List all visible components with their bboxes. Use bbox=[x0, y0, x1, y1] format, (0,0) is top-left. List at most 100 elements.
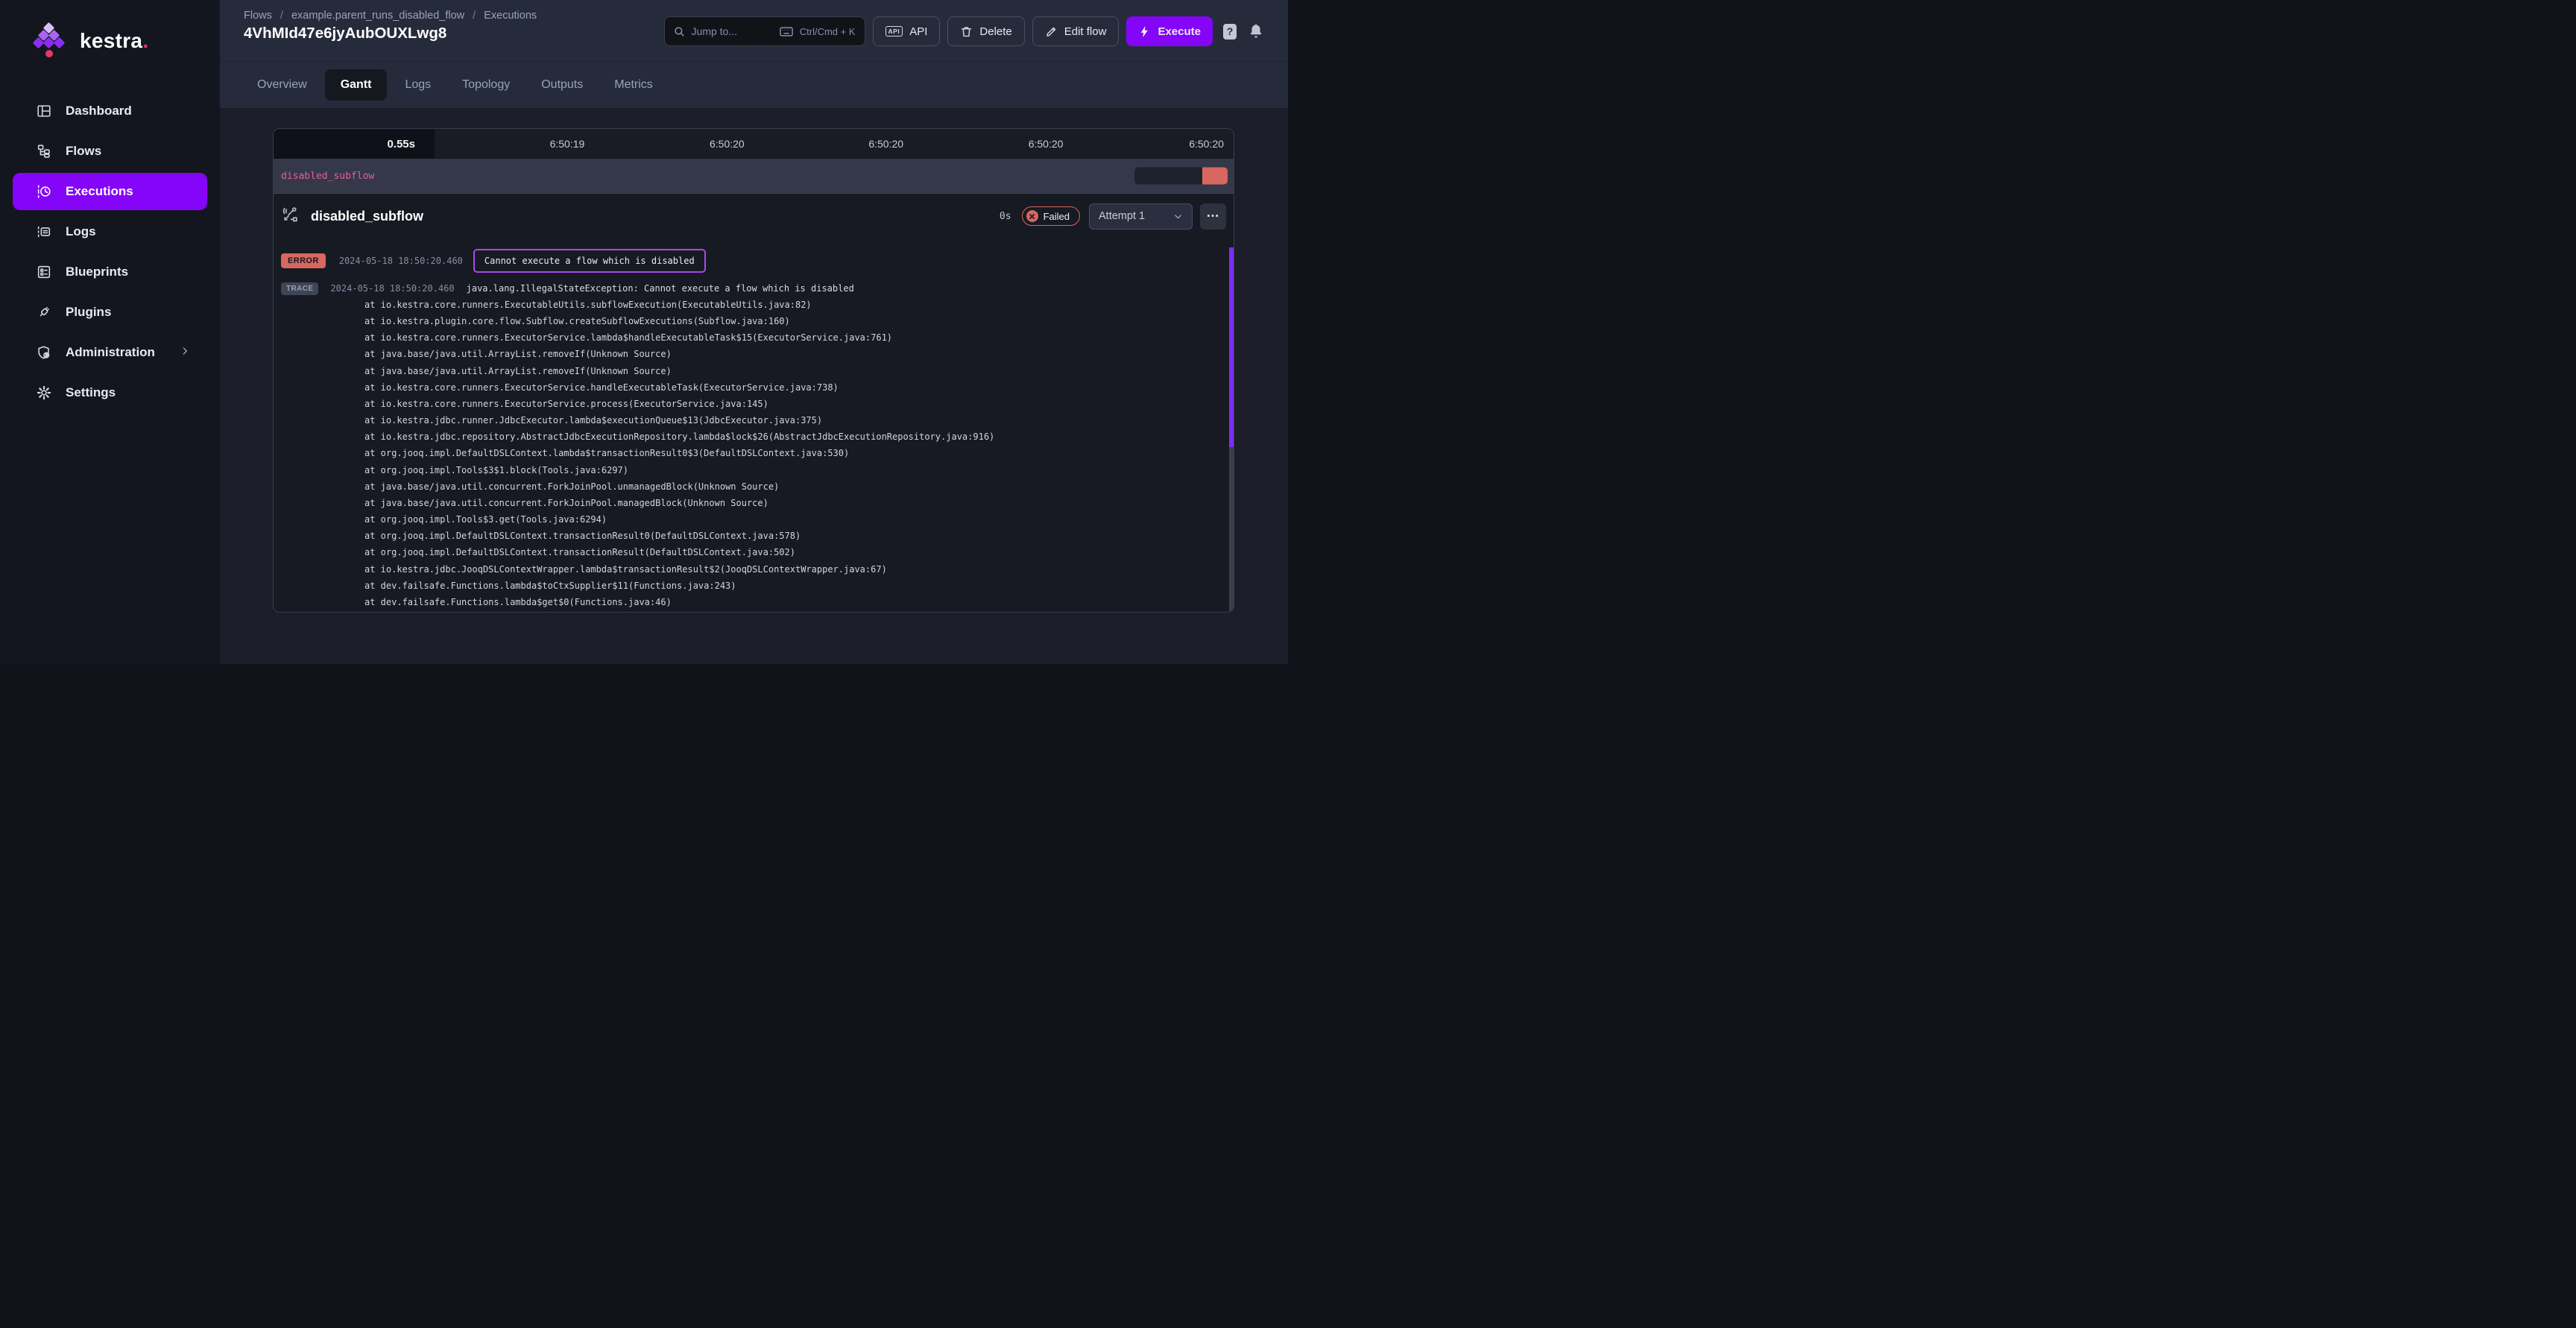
task-detail-header: disabled_subflow 0s Failed Attempt 1 bbox=[274, 203, 1234, 230]
sidebar-item-label: Administration bbox=[66, 345, 155, 360]
chevron-right-icon bbox=[180, 345, 190, 360]
timeline-total-duration: 0.55s bbox=[274, 129, 435, 159]
breadcrumb-flow-id[interactable]: example.parent_runs_disabled_flow bbox=[291, 10, 464, 22]
breadcrumb-separator: / bbox=[467, 10, 481, 22]
log-scrollbar-track[interactable] bbox=[1229, 447, 1234, 612]
task-detail-panel: disabled_subflow 0s Failed Attempt 1 bbox=[274, 193, 1234, 612]
trace-frame-line: at dev.failsafe.Functions.lambda$toCtxSu… bbox=[274, 578, 1234, 594]
help-button[interactable]: ? bbox=[1223, 24, 1237, 39]
trace-frame-line: at java.base/java.util.concurrent.ForkJo… bbox=[274, 478, 1234, 495]
tab-topology[interactable]: Topology bbox=[449, 69, 523, 101]
timeline-tick: 6:50:19 bbox=[550, 138, 585, 150]
trace-timestamp: 2024-05-18 18:50:20.460 bbox=[330, 283, 454, 294]
breadcrumb-flows[interactable]: Flows bbox=[244, 10, 272, 22]
jump-to-search[interactable]: Jump to... Ctrl/Cmd + K bbox=[664, 16, 865, 46]
gantt-task-row[interactable]: disabled_subflow bbox=[274, 159, 1234, 193]
execution-tabs: Overview Gantt Logs Topology Outputs Met… bbox=[220, 61, 1288, 108]
trace-log-block: TRACE 2024-05-18 18:50:20.460 java.lang.… bbox=[274, 280, 1234, 610]
trace-frame-line: at java.base/java.util.concurrent.ForkJo… bbox=[274, 495, 1234, 511]
trace-level-badge: TRACE bbox=[281, 282, 318, 295]
logs-icon bbox=[36, 224, 52, 240]
gantt-content: 0.55s 6:50:19 6:50:20 6:50:20 6:50:20 6:… bbox=[220, 108, 1288, 664]
search-shortcut: Ctrl/Cmd + K bbox=[800, 26, 856, 37]
trace-exception-message: java.lang.IllegalStateException: Cannot … bbox=[467, 283, 854, 294]
tab-metrics[interactable]: Metrics bbox=[601, 69, 666, 101]
edit-flow-button[interactable]: Edit flow bbox=[1032, 16, 1120, 46]
bell-icon bbox=[1248, 23, 1263, 39]
trace-frame-line: at dev.failsafe.Functions.lambda$get$0(F… bbox=[274, 594, 1234, 610]
gantt-task-bar-failed-segment bbox=[1202, 168, 1228, 185]
plugins-icon bbox=[36, 304, 52, 320]
sidebar-item-blueprints[interactable]: Blueprints bbox=[0, 252, 220, 292]
timeline-header: 0.55s 6:50:19 6:50:20 6:50:20 6:50:20 6:… bbox=[274, 129, 1234, 159]
timeline-tick: 6:50:20 bbox=[710, 138, 745, 150]
tab-overview[interactable]: Overview bbox=[244, 69, 321, 101]
error-message-highlighted: Cannot execute a flow which is disabled bbox=[473, 249, 706, 273]
top-header: Flows / example.parent_runs_disabled_flo… bbox=[220, 0, 1288, 61]
pencil-icon bbox=[1045, 25, 1058, 38]
error-log-line: ERROR 2024-05-18 18:50:20.460 Cannot exe… bbox=[274, 249, 1234, 273]
subflow-icon bbox=[281, 205, 300, 227]
keyboard-icon bbox=[780, 27, 793, 37]
sidebar-item-label: Flows bbox=[66, 144, 101, 159]
error-level-badge: ERROR bbox=[281, 253, 326, 268]
sidebar-item-administration[interactable]: Administration bbox=[0, 332, 220, 373]
app-window: kestra. Dashboard Flows Executions Logs … bbox=[0, 0, 1288, 664]
notifications-button[interactable] bbox=[1248, 23, 1263, 39]
executions-icon bbox=[36, 183, 52, 200]
task-duration: 0s bbox=[1000, 211, 1011, 222]
gantt-task-name: disabled_subflow bbox=[274, 171, 374, 182]
sidebar: kestra. Dashboard Flows Executions Logs … bbox=[0, 0, 220, 664]
gantt-card: 0.55s 6:50:19 6:50:20 6:50:20 6:50:20 6:… bbox=[273, 128, 1234, 613]
breadcrumb: Flows / example.parent_runs_disabled_flo… bbox=[244, 10, 537, 22]
execute-button[interactable]: Execute bbox=[1126, 16, 1213, 46]
trace-frame-line: at io.kestra.core.runners.ExecutorServic… bbox=[274, 396, 1234, 412]
trace-frame-line: at org.jooq.impl.DefaultDSLContext.lambd… bbox=[274, 445, 1234, 461]
trace-frame-line: at org.jooq.impl.DefaultDSLContext.trans… bbox=[274, 544, 1234, 560]
task-name: disabled_subflow bbox=[311, 209, 423, 224]
sidebar-item-label: Plugins bbox=[66, 305, 111, 320]
timeline-tick: 6:50:20 bbox=[1189, 138, 1224, 150]
kestra-logo[interactable]: kestra. bbox=[0, 0, 220, 60]
trace-frame-line: at org.jooq.impl.Tools$3$1.block(Tools.j… bbox=[274, 462, 1234, 478]
sidebar-item-label: Logs bbox=[66, 224, 96, 239]
sidebar-item-settings[interactable]: Settings bbox=[0, 373, 220, 413]
page-title: 4VhMId47e6jyAubOUXLwg8 bbox=[244, 25, 537, 42]
trace-frames: at io.kestra.core.runners.ExecutableUtil… bbox=[274, 297, 1234, 610]
sidebar-item-executions[interactable]: Executions bbox=[13, 173, 207, 210]
api-button[interactable]: API API bbox=[873, 16, 941, 46]
sidebar-item-logs[interactable]: Logs bbox=[0, 212, 220, 252]
sidebar-item-flows[interactable]: Flows bbox=[0, 131, 220, 171]
trash-icon bbox=[960, 25, 973, 38]
tab-outputs[interactable]: Outputs bbox=[528, 69, 596, 101]
delete-button[interactable]: Delete bbox=[947, 16, 1024, 46]
task-menu-button[interactable]: ⋯ bbox=[1200, 203, 1226, 230]
gantt-task-bar bbox=[1134, 168, 1228, 185]
breadcrumb-executions[interactable]: Executions bbox=[484, 10, 537, 22]
tab-gantt[interactable]: Gantt bbox=[325, 69, 388, 101]
timeline-tick: 6:50:20 bbox=[1029, 138, 1064, 150]
lightning-icon bbox=[1138, 25, 1151, 38]
attempt-selector[interactable]: Attempt 1 bbox=[1089, 203, 1193, 230]
kestra-logo-icon bbox=[33, 22, 69, 60]
trace-frame-line: at io.kestra.plugin.core.flow.Subflow.cr… bbox=[274, 313, 1234, 329]
sidebar-item-dashboard[interactable]: Dashboard bbox=[0, 91, 220, 131]
search-placeholder: Jump to... bbox=[692, 25, 737, 37]
trace-frame-line: at io.kestra.jdbc.repository.AbstractJdb… bbox=[274, 429, 1234, 445]
dashboard-icon bbox=[36, 103, 52, 119]
error-timestamp: 2024-05-18 18:50:20.460 bbox=[339, 256, 463, 266]
failed-x-icon bbox=[1026, 210, 1038, 222]
log-scrollbar-thumb[interactable] bbox=[1229, 247, 1234, 447]
sidebar-nav: Dashboard Flows Executions Logs Blueprin… bbox=[0, 91, 220, 413]
tab-logs[interactable]: Logs bbox=[391, 69, 444, 101]
trace-frame-line: at org.jooq.impl.Tools$3.get(Tools.java:… bbox=[274, 511, 1234, 528]
blueprints-icon bbox=[36, 264, 52, 280]
sidebar-item-label: Settings bbox=[66, 385, 116, 400]
trace-frame-line: at org.jooq.impl.DefaultDSLContext.trans… bbox=[274, 528, 1234, 544]
administration-icon bbox=[36, 344, 52, 361]
status-badge-failed: Failed bbox=[1022, 206, 1080, 226]
breadcrumb-separator: / bbox=[275, 10, 288, 22]
sidebar-item-plugins[interactable]: Plugins bbox=[0, 292, 220, 332]
search-icon bbox=[674, 26, 685, 37]
settings-icon bbox=[36, 385, 52, 401]
